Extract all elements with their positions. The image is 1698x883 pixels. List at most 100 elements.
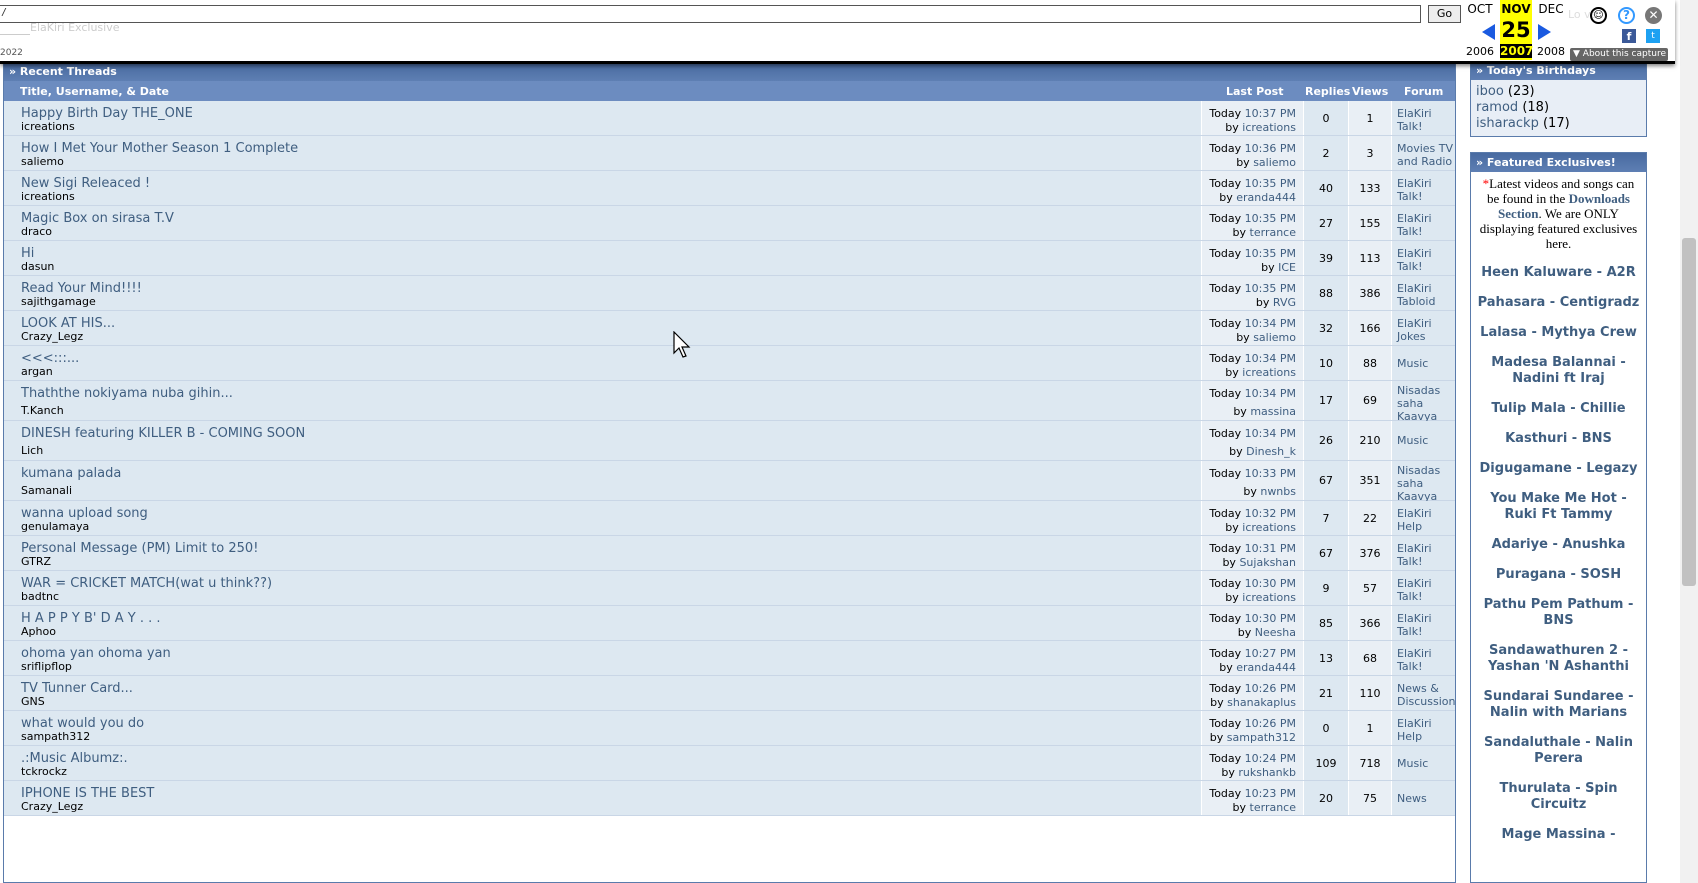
last-poster-link[interactable]: sampath312 (1227, 731, 1296, 744)
thread-title-link[interactable]: WAR = CRICKET MATCH(wat u think??) (21, 576, 272, 591)
thread-author[interactable]: Lich (21, 444, 43, 457)
thread-author[interactable]: T.Kanch (21, 404, 64, 417)
thread-author[interactable]: badtnc (21, 590, 59, 603)
replies-count[interactable]: 20 (1304, 792, 1348, 805)
last-poster-link[interactable]: nwnbs (1260, 485, 1296, 498)
thread-title-link[interactable]: kumana palada (21, 466, 121, 481)
forum-link[interactable]: ElaKiri Help (1397, 717, 1432, 743)
thread-title-link[interactable]: DINESH featuring KILLER B - COMING SOON (21, 426, 305, 441)
help-icon[interactable]: ? (1618, 7, 1635, 24)
thread-title-link[interactable]: LOOK AT HIS... (21, 316, 115, 331)
thread-title-link[interactable]: .:Music Albumz:. (21, 751, 128, 766)
replies-count[interactable]: 13 (1304, 652, 1348, 665)
wayback-prev-year[interactable]: 2006 (1463, 45, 1497, 58)
replies-count[interactable]: 2 (1304, 147, 1348, 160)
col-views[interactable]: Views (1352, 85, 1388, 98)
user-icon[interactable]: ☺ (1590, 7, 1607, 24)
forum-link[interactable]: ElaKiri Talk! (1397, 577, 1432, 603)
replies-count[interactable]: 0 (1304, 112, 1348, 125)
thread-author[interactable]: draco (21, 225, 52, 238)
replies-count[interactable]: 39 (1304, 252, 1348, 265)
forum-link[interactable]: ElaKiri Help (1397, 507, 1432, 533)
thread-author[interactable]: GTRZ (21, 555, 51, 568)
thread-author[interactable]: dasun (21, 260, 54, 273)
thread-title-link[interactable]: Read Your Mind!!!! (21, 281, 142, 296)
featured-exclusive-link[interactable]: Thurulata - Spin Circuitz (1477, 781, 1640, 813)
last-poster-link[interactable]: rukshankb (1238, 766, 1296, 779)
page-scrollbar[interactable] (1680, 0, 1698, 883)
thread-author[interactable]: sriflipflop (21, 660, 72, 673)
replies-count[interactable]: 21 (1304, 687, 1348, 700)
last-poster-link[interactable]: icreations (1242, 121, 1296, 134)
about-capture-button[interactable]: ▼ About this capture (1570, 48, 1668, 61)
replies-count[interactable]: 7 (1304, 512, 1348, 525)
featured-header[interactable]: » Featured Exclusives! (1471, 153, 1646, 172)
thread-author[interactable]: sajithgamage (21, 295, 96, 308)
featured-exclusive-link[interactable]: Pahasara - Centigradz (1477, 295, 1640, 311)
thread-title-link[interactable]: Happy Birth Day THE_ONE (21, 106, 193, 121)
forum-link[interactable]: Music (1397, 434, 1428, 447)
last-poster-link[interactable]: eranda444 (1236, 191, 1296, 204)
forum-link[interactable]: Movies TV and Radio (1397, 142, 1453, 168)
featured-exclusive-link[interactable]: Lalasa - Mythya Crew (1477, 325, 1640, 341)
thread-author[interactable]: icreations (21, 190, 75, 203)
last-poster-link[interactable]: icreations (1242, 521, 1296, 534)
last-poster-link[interactable]: Neesha (1255, 626, 1296, 639)
forum-link[interactable]: ElaKiri Talk! (1397, 107, 1432, 133)
forum-link[interactable]: Nisadas saha Kaavya (1397, 384, 1440, 423)
forum-link[interactable]: Music (1397, 757, 1428, 770)
thread-title-link[interactable]: <<<:::... (21, 351, 79, 366)
thread-title-link[interactable]: TV Tunner Card... (21, 681, 133, 696)
replies-count[interactable]: 9 (1304, 582, 1348, 595)
thread-author[interactable]: sampath312 (21, 730, 90, 743)
thread-title-link[interactable]: what would you do (21, 716, 144, 731)
last-poster-link[interactable]: eranda444 (1236, 661, 1296, 674)
col-forum[interactable]: Forum (1404, 85, 1443, 98)
thread-author[interactable]: genulamaya (21, 520, 89, 533)
forum-link[interactable]: ElaKiri Tabloid (1397, 282, 1435, 308)
thread-title-link[interactable]: New Sigi Releaced ! (21, 176, 150, 191)
forum-link[interactable]: ElaKiri Talk! (1397, 542, 1432, 568)
wayback-prev-month[interactable]: OCT (1463, 2, 1497, 16)
last-poster-link[interactable]: terrance (1250, 226, 1296, 239)
replies-count[interactable]: 10 (1304, 357, 1348, 370)
replies-count[interactable]: 109 (1304, 757, 1348, 770)
wayback-next-month[interactable]: DEC (1534, 2, 1568, 16)
featured-exclusive-link[interactable]: Sandawathuren 2 - Yashan 'N Ashanthi (1477, 643, 1640, 675)
forum-link[interactable]: ElaKiri Talk! (1397, 212, 1432, 238)
featured-exclusive-link[interactable]: Puragana - SOSH (1477, 567, 1640, 583)
featured-exclusive-link[interactable]: Digugamane - Legazy (1477, 461, 1640, 477)
replies-count[interactable]: 26 (1304, 434, 1348, 447)
replies-count[interactable]: 17 (1304, 394, 1348, 407)
wayback-url-input[interactable]: / (0, 5, 1421, 23)
forum-link[interactable]: News & Discussion (1397, 682, 1455, 708)
wayback-prev-arrow-icon[interactable] (1482, 24, 1495, 40)
replies-count[interactable]: 0 (1304, 722, 1348, 735)
replies-count[interactable]: 67 (1304, 547, 1348, 560)
birthday-user-link[interactable]: ramod (1476, 100, 1518, 115)
last-poster-link[interactable]: Sujakshan (1239, 556, 1296, 569)
scrollbar-thumb[interactable] (1682, 238, 1696, 586)
forum-link[interactable]: ElaKiri Talk! (1397, 247, 1432, 273)
last-poster-link[interactable]: massina (1250, 405, 1296, 418)
forum-link[interactable]: ElaKiri Talk! (1397, 177, 1432, 203)
thread-title-link[interactable]: How I Met Your Mother Season 1 Complete (21, 141, 298, 156)
replies-count[interactable]: 32 (1304, 322, 1348, 335)
featured-exclusive-link[interactable]: You Make Me Hot - Ruki Ft Tammy (1477, 491, 1640, 523)
thread-author[interactable]: GNS (21, 695, 45, 708)
featured-exclusive-link[interactable]: Pathu Pem Pathum - BNS (1477, 597, 1640, 629)
thread-title-link[interactable]: Personal Message (PM) Limit to 250! (21, 541, 258, 556)
birthday-user-link[interactable]: isharackp (1476, 116, 1539, 131)
thread-author[interactable]: Crazy_Legz (21, 330, 83, 343)
featured-exclusive-link[interactable]: Sundarai Sundaree - Nalin with Marians (1477, 689, 1640, 721)
forum-link[interactable]: ElaKiri Jokes (1397, 317, 1432, 343)
last-poster-link[interactable]: icreations (1242, 591, 1296, 604)
thread-author[interactable]: Samanali (21, 484, 72, 497)
featured-exclusive-link[interactable]: Heen Kaluware - A2R (1477, 265, 1640, 281)
wayback-go-button[interactable]: Go (1428, 5, 1461, 23)
featured-exclusive-link[interactable]: Sandaluthale - Nalin Perera (1477, 735, 1640, 767)
last-poster-link[interactable]: Dinesh_k (1246, 445, 1296, 458)
last-poster-link[interactable]: shanakaplus (1227, 696, 1296, 709)
thread-author[interactable]: Aphoo (21, 625, 56, 638)
thread-title-link[interactable]: Thaththe nokiyama nuba gihin... (21, 386, 233, 401)
